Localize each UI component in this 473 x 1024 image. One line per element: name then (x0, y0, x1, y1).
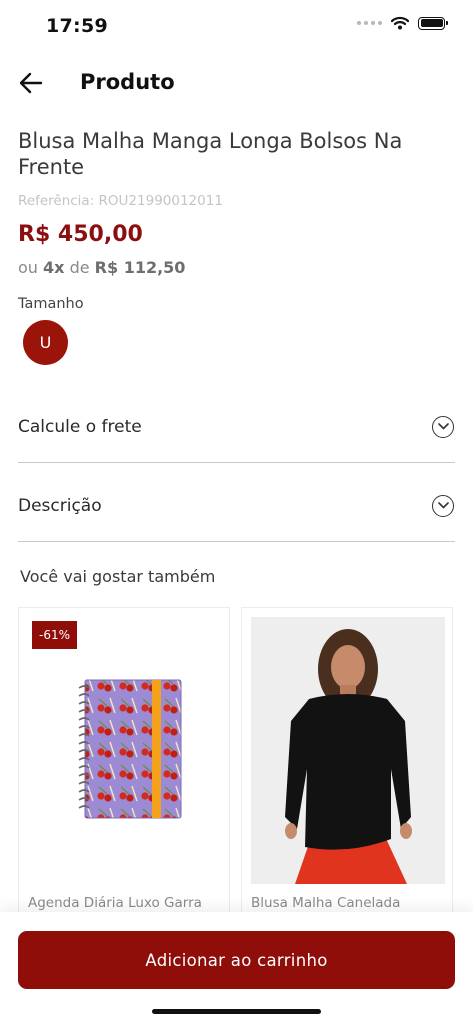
status-time: 17:59 (46, 15, 108, 37)
chevron-down-circle-icon (432, 415, 454, 438)
model-product-image (251, 617, 445, 884)
wifi-icon (391, 16, 409, 30)
product-card-name: Agenda Diária Luxo Garra (28, 895, 202, 911)
back-button[interactable] (14, 66, 48, 100)
page-title: Produto (80, 70, 175, 94)
product-card[interactable]: Blusa Malha Canelada (241, 607, 453, 937)
product-card-name: Blusa Malha Canelada (251, 895, 401, 911)
product-title: Blusa Malha Manga Longa Bolsos Na Frente (18, 129, 403, 179)
size-option-u[interactable]: U (23, 320, 68, 365)
recommendations-title: Você vai gostar também (20, 567, 216, 586)
status-icons (357, 16, 448, 30)
bottom-action-bar: Adicionar ao carrinho (0, 912, 473, 1024)
size-label: Tamanho (18, 296, 84, 312)
installments-prefix: ou (18, 258, 38, 277)
installments-text: ou 4x de R$ 112,50 (18, 258, 185, 277)
battery-icon (418, 16, 448, 30)
discount-badge: -61% (32, 621, 78, 649)
product-reference: Referência: ROU21990012011 (18, 193, 223, 209)
installments-count: 4x (43, 258, 65, 277)
installments-middle: de (69, 258, 90, 277)
product-card[interactable]: -61% Agenda Diária Luxo Garra (18, 607, 230, 937)
accordion-label: Descrição (18, 495, 102, 516)
description-accordion[interactable]: Descrição (18, 470, 455, 542)
add-to-cart-button[interactable]: Adicionar ao carrinho (18, 931, 455, 989)
nav-bar: Produto (0, 52, 473, 114)
status-bar: 17:59 (0, 0, 473, 52)
installments-value: R$ 112,50 (94, 258, 186, 277)
product-price: R$ 450,00 (18, 222, 143, 247)
home-indicator (152, 1009, 321, 1014)
shipping-calculator-accordion[interactable]: Calcule o frete (18, 391, 455, 463)
accordion-label: Calcule o frete (18, 416, 142, 437)
arrow-left-icon (19, 72, 43, 94)
signal-icon (357, 21, 382, 25)
chevron-down-circle-icon (432, 494, 454, 517)
notebook-product-image (78, 679, 182, 819)
